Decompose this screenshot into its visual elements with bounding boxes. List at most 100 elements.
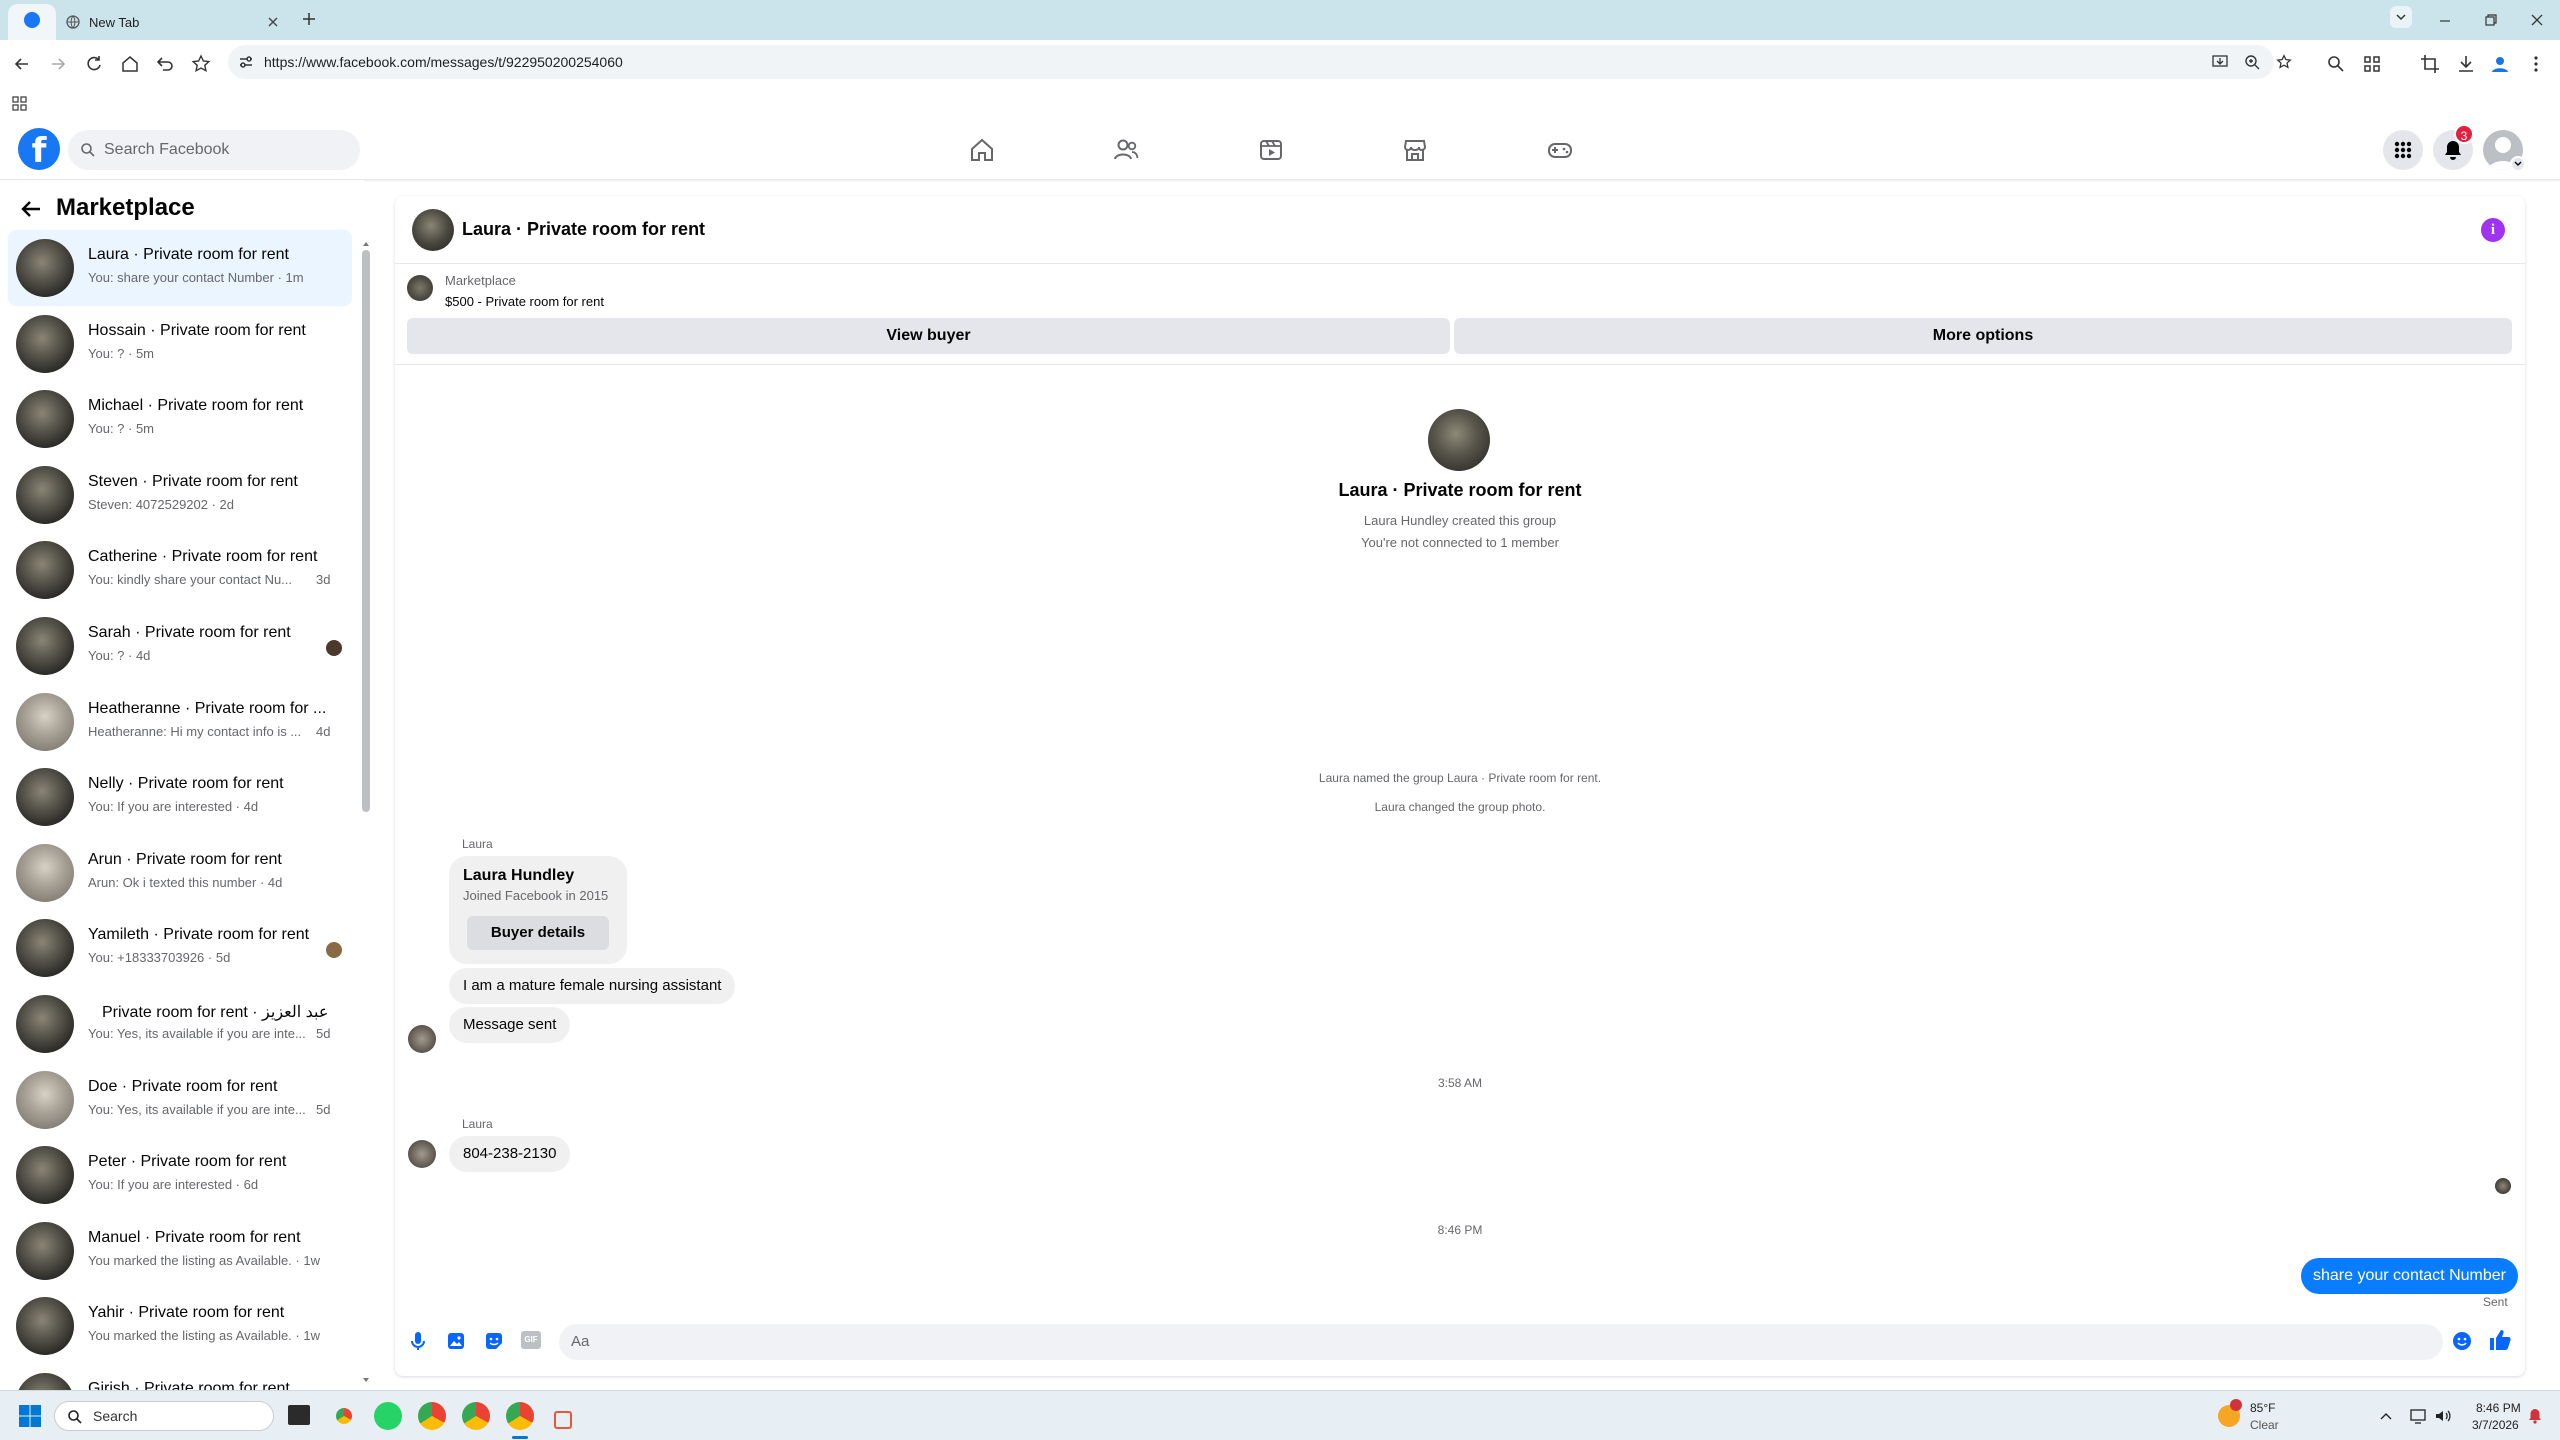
chrome-icon[interactable] [330,1402,358,1430]
message-placeholder: Aa [571,1333,590,1350]
star-icon[interactable] [2276,54,2292,70]
chevron-down-icon [2396,14,2406,21]
sticker-icon[interactable] [483,1330,505,1352]
search-icon[interactable] [2326,54,2346,74]
new-tab[interactable]: New Tab [56,4,292,40]
home-nav-icon[interactable] [968,136,996,164]
chrome-active-icon[interactable] [506,1402,534,1430]
zoom-icon[interactable] [2244,54,2260,70]
download-icon[interactable] [2456,54,2476,74]
whatsapp-icon[interactable] [374,1402,402,1430]
clock-time[interactable]: 8:46 PM [2476,1401,2521,1415]
chat-title[interactable]: Laura · Private room for rent [462,219,705,240]
conversation-item[interactable]: Doe · Private room for rent You: Yes, its… [8,1062,352,1138]
conversation-preview: You: If you are interested · 6d [88,1177,259,1193]
sidebar-scrollbar[interactable] [360,240,372,1390]
undo-icon[interactable] [155,54,175,74]
forward-icon[interactable] [48,54,68,74]
message-bubble[interactable]: Message sent [449,1007,571,1043]
scrollbar-thumb[interactable] [362,250,370,812]
taskbar-search-label: Search [93,1408,138,1424]
conversation-item[interactable]: Laura · Private room for rent You: share … [8,230,352,306]
conversation-item[interactable]: عبد العزيز · Private room for rent You: Y… [8,986,352,1062]
message-input[interactable]: Aa [559,1324,2443,1360]
taskbar-search[interactable]: Search [54,1401,274,1431]
home-icon[interactable] [120,54,140,74]
like-thumb-icon[interactable] [2488,1328,2512,1352]
bookmark-star-icon[interactable] [191,54,211,74]
back-icon[interactable] [12,54,32,74]
listing-thumbnail[interactable] [407,275,433,301]
minimize-icon[interactable] [2438,14,2452,28]
conversation-item[interactable]: Steven · Private room for rent Steven: 40… [8,457,352,533]
my-message-bubble[interactable]: share your contact Number [2301,1258,2518,1294]
profile-icon[interactable] [2490,54,2510,74]
notification-bell-icon[interactable] [2526,1407,2544,1425]
view-buyer-button[interactable]: View buyer [407,318,1450,354]
menu-dots-icon[interactable] [2526,54,2546,74]
volume-icon[interactable] [2434,1407,2452,1425]
crop-icon[interactable] [2420,54,2440,74]
install-app-icon[interactable] [2212,54,2228,70]
snipping-tool-icon[interactable] [554,1411,572,1429]
friends-nav-icon[interactable] [1112,136,1140,164]
account-chevron[interactable] [2510,156,2526,172]
tray-chevron-up-icon[interactable] [2380,1411,2392,1421]
conversation-item[interactable]: Peter · Private room for rent You: If you… [8,1137,352,1213]
close-tab-icon[interactable] [267,16,279,28]
info-icon[interactable]: i [2481,218,2505,242]
file-explorer-icon[interactable] [288,1405,310,1425]
conversation-item[interactable]: Manuel · Private room for rent You marked… [8,1213,352,1289]
extensions-icon[interactable] [2362,54,2382,74]
conversation-time: 5d [316,1025,331,1041]
reload-icon[interactable] [84,54,104,74]
apps-grid-icon[interactable] [12,96,28,112]
chrome-profile-icon[interactable] [462,1402,490,1430]
listing-title[interactable]: $500 - Private room for rent [445,294,604,309]
restore-icon[interactable] [2484,13,2498,27]
conversation-item[interactable]: Hossain · Private room for rent You: ? · … [8,306,352,382]
clock-date[interactable]: 3/7/2026 [2472,1418,2519,1432]
tab-search-button[interactable] [2390,6,2412,28]
conversation-item[interactable]: Yahir · Private room for rent You marked … [8,1288,352,1364]
microphone-icon[interactable] [407,1330,429,1352]
facebook-header: f Search Facebook 3 [0,120,2560,180]
scroll-up-arrow-icon[interactable] [362,240,370,248]
facebook-tab[interactable] [8,4,56,40]
scroll-down-arrow-icon[interactable] [362,1376,370,1384]
conversation-item[interactable]: Catherine · Private room for rent You: ki… [8,532,352,608]
conversation-item[interactable]: Girish · Private room for rent [8,1364,352,1390]
chat-avatar[interactable] [412,209,454,251]
buyer-profile-card: Laura Hundley Joined Facebook in 2015 Bu… [449,856,627,964]
sender-avatar [408,1025,436,1053]
conversation-item[interactable]: Nelly · Private room for rent You: If you… [8,759,352,835]
new-tab-plus-icon[interactable] [302,12,316,26]
video-nav-icon[interactable] [1257,136,1285,164]
conversation-item[interactable]: Sarah · Private room for rent You: ? · 4d [8,608,352,684]
conversation-item[interactable]: Michael · Private room for rent You: ? · … [8,381,352,457]
close-window-icon[interactable] [2530,13,2544,27]
gaming-nav-icon[interactable] [1546,136,1574,164]
conversation-item[interactable]: Arun · Private room for rent Arun: Ok i t… [8,835,352,911]
emoji-icon[interactable] [2451,1330,2473,1352]
windows-start-icon[interactable] [18,1404,42,1428]
marketplace-nav-icon[interactable] [1401,136,1429,164]
buyer-details-button[interactable]: Buyer details [467,916,609,950]
message-bubble[interactable]: I am a mature female nursing assistant [449,968,736,1004]
conversation-name: عبد العزيز · Private room for rent [102,1003,329,1021]
gif-icon[interactable]: GIF [521,1331,541,1349]
message-bubble[interactable]: 804-238-2130 [449,1136,571,1172]
conversation-item[interactable]: Heatheranne · Private room for ... Heathe… [8,684,352,760]
chrome-profile-icon[interactable] [418,1402,446,1430]
facebook-search-input[interactable]: Search Facebook [68,130,360,170]
address-bar[interactable]: https://www.facebook.com/messages/t/9229… [228,45,2292,79]
network-icon[interactable] [2410,1407,2428,1425]
photo-icon[interactable] [445,1330,467,1352]
facebook-logo[interactable]: f [18,128,60,170]
more-options-button[interactable]: More options [1454,318,2512,354]
conversation-item[interactable]: Yamileth · Private room for rent You: +18… [8,910,352,986]
site-info-icon[interactable] [238,54,254,70]
menu-button[interactable] [2383,130,2423,170]
back-arrow-icon[interactable] [20,198,42,220]
weather-temp[interactable]: 85°F [2250,1401,2275,1415]
